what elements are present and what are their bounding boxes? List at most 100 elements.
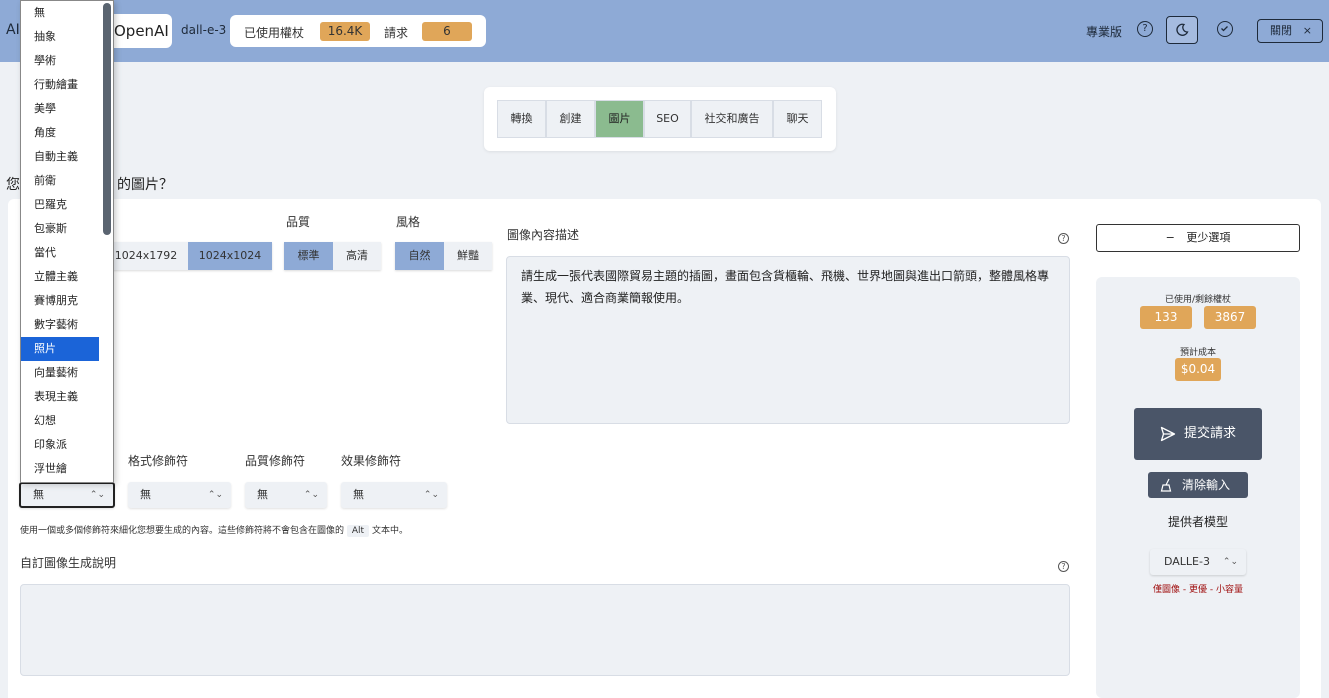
close-label: 關閉 <box>1270 24 1292 37</box>
style-option-natural[interactable]: 自然 <box>395 242 444 270</box>
tab-seo[interactable]: SEO <box>644 100 691 138</box>
dropdown-option[interactable]: 美學 <box>21 97 99 121</box>
quality-modifier-label: 品質修飾符 <box>245 454 306 468</box>
close-button[interactable]: 關閉 × <box>1257 19 1323 43</box>
format-modifier-value: 無 <box>140 488 151 501</box>
estimated-cost-value: $0.04 <box>1175 358 1221 381</box>
effect-modifier-label: 效果修飾符 <box>341 454 402 468</box>
dropdown-option[interactable]: 行動繪畫 <box>21 73 99 97</box>
quality-option-standard[interactable]: 標準 <box>284 242 333 270</box>
description-label: 圖像內容描述 <box>507 228 580 242</box>
chevron-updown-icon: ⌃⌄ <box>423 490 439 500</box>
model-name: dall-e-3 <box>181 23 227 37</box>
size-option-1024x1024[interactable]: 1024x1024 <box>188 242 272 270</box>
custom-help-icon[interactable]: ? <box>1058 561 1069 572</box>
dropdown-option[interactable]: 數字藝術 <box>21 313 99 337</box>
dropdown-option[interactable]: 當代 <box>21 241 99 265</box>
style-label: 風格 <box>396 215 421 229</box>
chevron-updown-icon: ⌃⌄ <box>1222 557 1238 567</box>
broom-icon <box>1160 478 1172 492</box>
requests-label: 請求 <box>384 26 409 40</box>
dropdown-option[interactable]: 賽博朋克 <box>21 289 99 313</box>
submit-request-label: 提交請求 <box>1184 426 1237 441</box>
quality-modifier-value: 無 <box>257 488 268 501</box>
dark-mode-button[interactable] <box>1166 16 1198 44</box>
quality-selector: 標準 高清 <box>284 242 381 270</box>
format-modifier-select[interactable]: 無 ⌃⌄ <box>128 482 231 508</box>
submit-request-button[interactable]: 提交請求 <box>1134 408 1262 460</box>
dropdown-option[interactable]: 前衛 <box>21 169 99 193</box>
help-icon[interactable]: ? <box>1137 21 1153 37</box>
chevron-updown-icon: ⌃⌄ <box>89 490 105 500</box>
dropdown-option[interactable]: 浮世繪 <box>21 457 99 481</box>
modifier-hint: 使用一個或多個修飾符來細化您想要生成的內容。這些修飾符將不會包含在圖像的 Alt… <box>20 523 408 537</box>
chevron-updown-icon: ⌃⌄ <box>207 490 223 500</box>
dropdown-option[interactable]: 巴羅克 <box>21 193 99 217</box>
requests-badge: 6 <box>422 22 472 41</box>
estimated-cost-label: 預計成本 <box>1179 348 1216 358</box>
custom-instructions-textarea[interactable] <box>20 584 1070 676</box>
dropdown-option[interactable]: 立體主義 <box>21 265 99 289</box>
size-selector: 1024x1792 1024x1024 <box>104 242 272 270</box>
art-style-value: 無 <box>33 488 44 501</box>
brand-prefix: AI <box>6 22 20 38</box>
provider-note: 僅圖像 - 更優 - 小容量 <box>1153 585 1243 595</box>
chevron-updown-icon: ⌃⌄ <box>303 490 319 500</box>
alt-code: Alt <box>346 525 370 537</box>
size-option-1024x1792[interactable]: 1024x1792 <box>104 242 188 270</box>
provider-model-select[interactable]: DALLE-3 ⌃⌄ <box>1150 549 1246 575</box>
send-icon <box>1160 426 1176 442</box>
dropdown-option[interactable]: 無 <box>21 1 99 25</box>
check-circle-icon[interactable] <box>1217 21 1233 37</box>
tokens-remaining-value: 3867 <box>1204 306 1256 329</box>
tab-social-ads[interactable]: 社交和廣告 <box>691 100 773 138</box>
quality-label: 品質 <box>286 215 311 229</box>
effect-modifier-select[interactable]: 無 ⌃⌄ <box>341 482 447 508</box>
tokens-used-value: 133 <box>1140 306 1192 329</box>
tab-chat[interactable]: 聊天 <box>773 100 822 138</box>
provider-model-value: DALLE-3 <box>1164 555 1210 568</box>
dropdown-option-selected[interactable]: 照片 <box>21 337 99 361</box>
clear-input-label: 清除輸入 <box>1182 478 1231 492</box>
dropdown-option[interactable]: 向量藝術 <box>21 361 99 385</box>
dropdown-option[interactable]: 幻想 <box>21 409 99 433</box>
dropdown-scrollbar[interactable] <box>103 3 111 235</box>
description-textarea[interactable]: 請生成一張代表國際貿易主題的插圖，畫面包含貨櫃輪、飛機、世界地圖與進出口箭頭，整… <box>506 256 1070 424</box>
tab-create[interactable]: 創建 <box>546 100 595 138</box>
dropdown-option[interactable]: 包豪斯 <box>21 217 99 241</box>
quality-modifier-select[interactable]: 無 ⌃⌄ <box>245 482 327 508</box>
style-selector: 自然 鮮豔 <box>395 242 492 270</box>
moon-icon <box>1176 23 1189 36</box>
effect-modifier-value: 無 <box>353 488 364 501</box>
page-question-suffix: 的圖片？ <box>117 177 173 193</box>
tab-image[interactable]: 圖片 <box>595 100 644 138</box>
dropdown-option[interactable]: 表現主義 <box>21 385 99 409</box>
pro-label[interactable]: 專業版 <box>1086 23 1122 40</box>
tokens-used-remaining-label: 已使用/剩餘權杖 <box>1164 295 1232 305</box>
minus-icon: − <box>1165 231 1175 244</box>
fewer-options-button[interactable]: − 更少選項 <box>1096 224 1300 252</box>
modifier-hint-text: 使用一個或多個修飾符來細化您想要生成的內容。這些修飾符將不會包含在圖像的 <box>20 526 345 536</box>
custom-instructions-label: 自訂圖像生成說明 <box>20 556 117 570</box>
art-style-dropdown[interactable]: 無 抽象 學術 行動繪畫 美學 角度 自動主義 前衛 巴羅克 包豪斯 當代 立體… <box>20 0 114 483</box>
fewer-options-label: 更少選項 <box>1186 231 1231 244</box>
page-question-prefix: 您 <box>6 177 20 193</box>
dropdown-option[interactable]: 抽象 <box>21 25 99 49</box>
close-icon: × <box>1302 24 1312 37</box>
dropdown-option[interactable]: 印象派 <box>21 433 99 457</box>
art-style-select[interactable]: 無 ⌃⌄ <box>19 482 115 508</box>
clear-input-button[interactable]: 清除輸入 <box>1148 472 1248 498</box>
dropdown-option[interactable]: 自動主義 <box>21 145 99 169</box>
dropdown-option[interactable]: 角度 <box>21 121 99 145</box>
mode-tabs: 轉換 創建 圖片 SEO 社交和廣告 聊天 <box>497 100 822 138</box>
description-help-icon[interactable]: ? <box>1058 233 1069 244</box>
mode-tabs-card: 轉換 創建 圖片 SEO 社交和廣告 聊天 <box>484 87 836 151</box>
dropdown-option[interactable]: 學術 <box>21 49 99 73</box>
quality-option-hd[interactable]: 高清 <box>333 242 381 270</box>
app-header: AI OpenAI dall-e-3 已使用權杖 16.4K 請求 6 專業版 … <box>0 0 1329 62</box>
tab-convert[interactable]: 轉換 <box>497 100 546 138</box>
tokens-used-label: 已使用權杖 <box>244 26 305 40</box>
style-option-vivid[interactable]: 鮮豔 <box>444 242 492 270</box>
usage-summary: 已使用權杖 16.4K 請求 6 <box>230 15 486 47</box>
tokens-used-badge: 16.4K <box>320 22 370 41</box>
